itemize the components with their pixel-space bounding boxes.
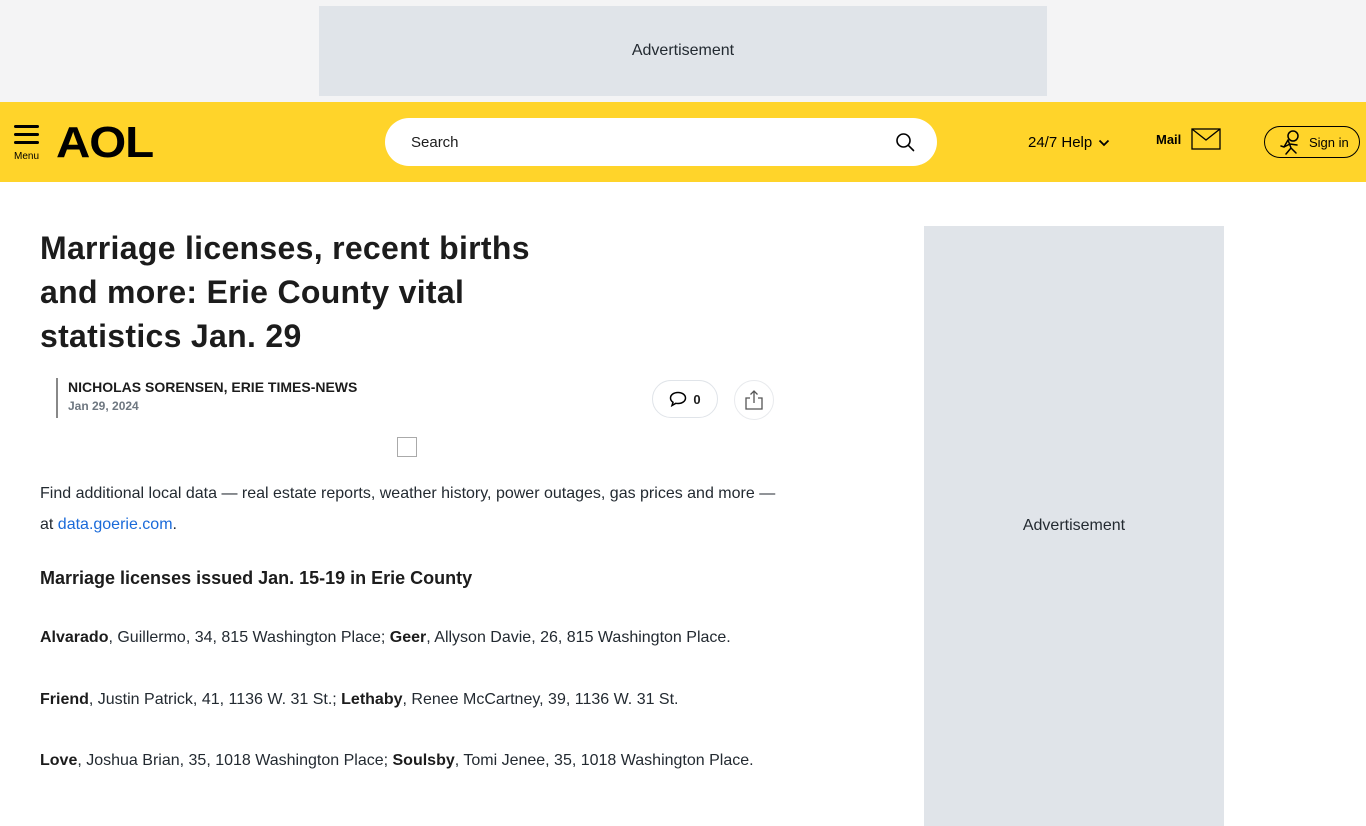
surname: Soulsby: [392, 752, 455, 769]
menu-label: Menu: [14, 151, 40, 162]
entry-details: , Justin Patrick, 41, 1136 W. 31 St.;: [88, 691, 342, 708]
comments-button[interactable]: 0: [652, 380, 718, 418]
hamburger-icon-bar: [14, 141, 39, 144]
comment-count: 0: [693, 391, 701, 407]
mail-label: Mail: [1156, 131, 1182, 147]
license-entry: Friend, Justin Patrick, 41, 1136 W. 31 S…: [40, 691, 679, 709]
intro-paragraph: Find additional local data — real estate…: [40, 478, 780, 540]
help-dropdown[interactable]: 24/7 Help: [1028, 134, 1110, 151]
author-name: NICHOLAS SORENSEN, ERIE TIMES-NEWS: [68, 379, 358, 395]
side-ad-label: Advertisement: [1022, 517, 1126, 534]
search-box: [385, 118, 937, 166]
surname: Friend: [40, 691, 89, 708]
byline: NICHOLAS SORENSEN, ERIE TIMES-NEWS Jan 2…: [56, 378, 357, 418]
publish-date: Jan 29, 2024: [68, 399, 139, 413]
article-image-placeholder: [397, 437, 417, 457]
envelope-icon: [1191, 128, 1221, 150]
license-entry: Alvarado, Guillermo, 34, 815 Washington …: [40, 629, 731, 647]
comment-icon: [670, 391, 687, 407]
sign-in-label: Sign in: [1309, 134, 1349, 150]
article: Marriage licenses, recent births and mor…: [40, 226, 780, 769]
top-ad-label: Advertisement: [631, 42, 735, 59]
hamburger-icon-bar: [14, 133, 39, 136]
top-advertisement[interactable]: Advertisement: [319, 6, 1047, 96]
mail-link[interactable]: Mail: [1156, 128, 1221, 150]
surname: Geer: [389, 629, 427, 646]
entry-details: , Joshua Brian, 35, 1018 Washington Plac…: [77, 752, 393, 769]
chevron-down-icon: [1099, 139, 1110, 146]
site-header: Menu AOL 24/7 Help Mail Sign in: [0, 102, 1366, 182]
intro-trailing-period: .: [172, 516, 177, 533]
article-title: Marriage licenses, recent births and mor…: [40, 230, 530, 354]
entry-details: , Tomi Jenee, 35, 1018 Washington Place.: [454, 752, 754, 769]
entry-details: , Allyson Davie, 26, 815 Washington Plac…: [426, 629, 731, 646]
share-button[interactable]: [734, 380, 774, 420]
hamburger-icon: [14, 125, 39, 128]
user-icon: [1280, 130, 1299, 155]
entry-details: , Guillermo, 34, 815 Washington Place;: [108, 629, 390, 646]
search-icon[interactable]: [895, 132, 915, 152]
marriage-licenses-heading: Marriage licenses issued Jan. 15-19 in E…: [40, 568, 473, 588]
entry-details: , Renee McCartney, 39, 1136 W. 31 St.: [402, 691, 679, 708]
license-entry: Love, Joshua Brian, 35, 1018 Washington …: [40, 752, 754, 770]
surname: Lethaby: [341, 691, 403, 708]
sign-in-button[interactable]: Sign in: [1264, 126, 1360, 158]
aol-logo[interactable]: AOL: [56, 121, 154, 165]
help-label: 24/7 Help: [1028, 134, 1093, 151]
data-goerie-link[interactable]: data.goerie.com: [58, 516, 173, 533]
share-icon: [745, 390, 763, 410]
search-input[interactable]: [411, 130, 881, 154]
surname: Alvarado: [40, 629, 109, 646]
side-advertisement[interactable]: Advertisement: [924, 226, 1224, 826]
top-ad-band: Advertisement: [0, 0, 1366, 102]
menu-button[interactable]: Menu: [14, 125, 42, 163]
surname: Love: [40, 752, 78, 769]
